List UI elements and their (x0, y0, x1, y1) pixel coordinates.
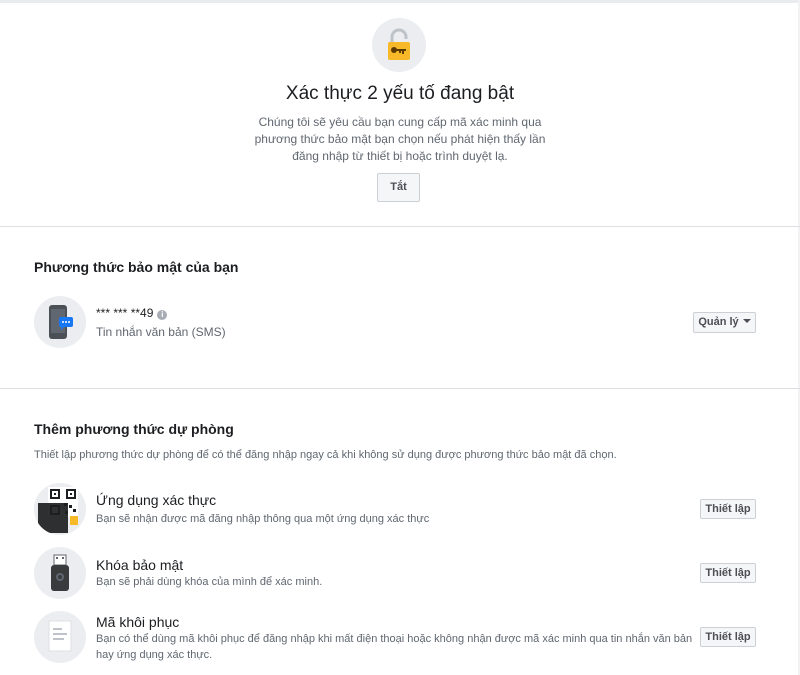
sms-method-type: Tin nhắn văn bản (SMS) (96, 325, 226, 339)
info-icon[interactable]: i (157, 310, 168, 320)
methods-title: Phương thức bảo mật của bạn (34, 259, 239, 275)
backup-methods-section: Thêm phương thức dự phòng Thiết lập phươ… (0, 390, 800, 675)
security-key-setup-button[interactable]: Thiết lập (700, 563, 756, 583)
backup-description: Thiết lập phương thức dự phòng để có thể… (34, 449, 617, 461)
authenticator-app-setup-button[interactable]: Thiết lập (700, 499, 756, 519)
turn-off-button[interactable]: Tắt (377, 173, 420, 202)
usb-key-icon (34, 547, 86, 599)
authenticator-app-description: Bạn sẽ nhận được mã đăng nhập thông qua … (96, 513, 430, 525)
chevron-down-icon (742, 319, 751, 323)
sms-phone-icon (34, 296, 86, 348)
backup-title: Thêm phương thức dự phòng (34, 421, 234, 437)
manage-label: Quản lý (698, 316, 739, 328)
status-title: Xác thực 2 yếu tố đang bật (285, 83, 515, 104)
security-key-description: Bạn sẽ phải dùng khóa của mình để xác mi… (96, 576, 323, 588)
two-factor-status-section: Xác thực 2 yếu tố đang bật Chúng tôi sẽ … (0, 3, 800, 227)
qr-phone-icon (34, 483, 86, 535)
manage-button[interactable]: Quản lý (693, 312, 756, 333)
sms-phone-number: *** *** **49 i (96, 306, 168, 320)
recovery-codes-setup-button[interactable]: Thiết lập (700, 627, 756, 647)
document-icon (34, 611, 86, 663)
status-description: Chúng tôi sẽ yêu cầu bạn cung cấp mã xác… (254, 115, 546, 163)
security-key-title: Khóa bảo mật (96, 557, 184, 573)
authenticator-app-title: Ứng dụng xác thực (96, 492, 217, 508)
lock-key-icon (372, 18, 426, 72)
phone-number-text: *** *** **49 (96, 306, 154, 320)
recovery-codes-title: Mã khôi phục (96, 614, 180, 630)
recovery-codes-description: Bạn có thể dùng mã khôi phục để đăng nhậ… (96, 633, 693, 661)
security-methods-section: Phương thức bảo mật của bạn *** *** **49… (0, 228, 800, 389)
